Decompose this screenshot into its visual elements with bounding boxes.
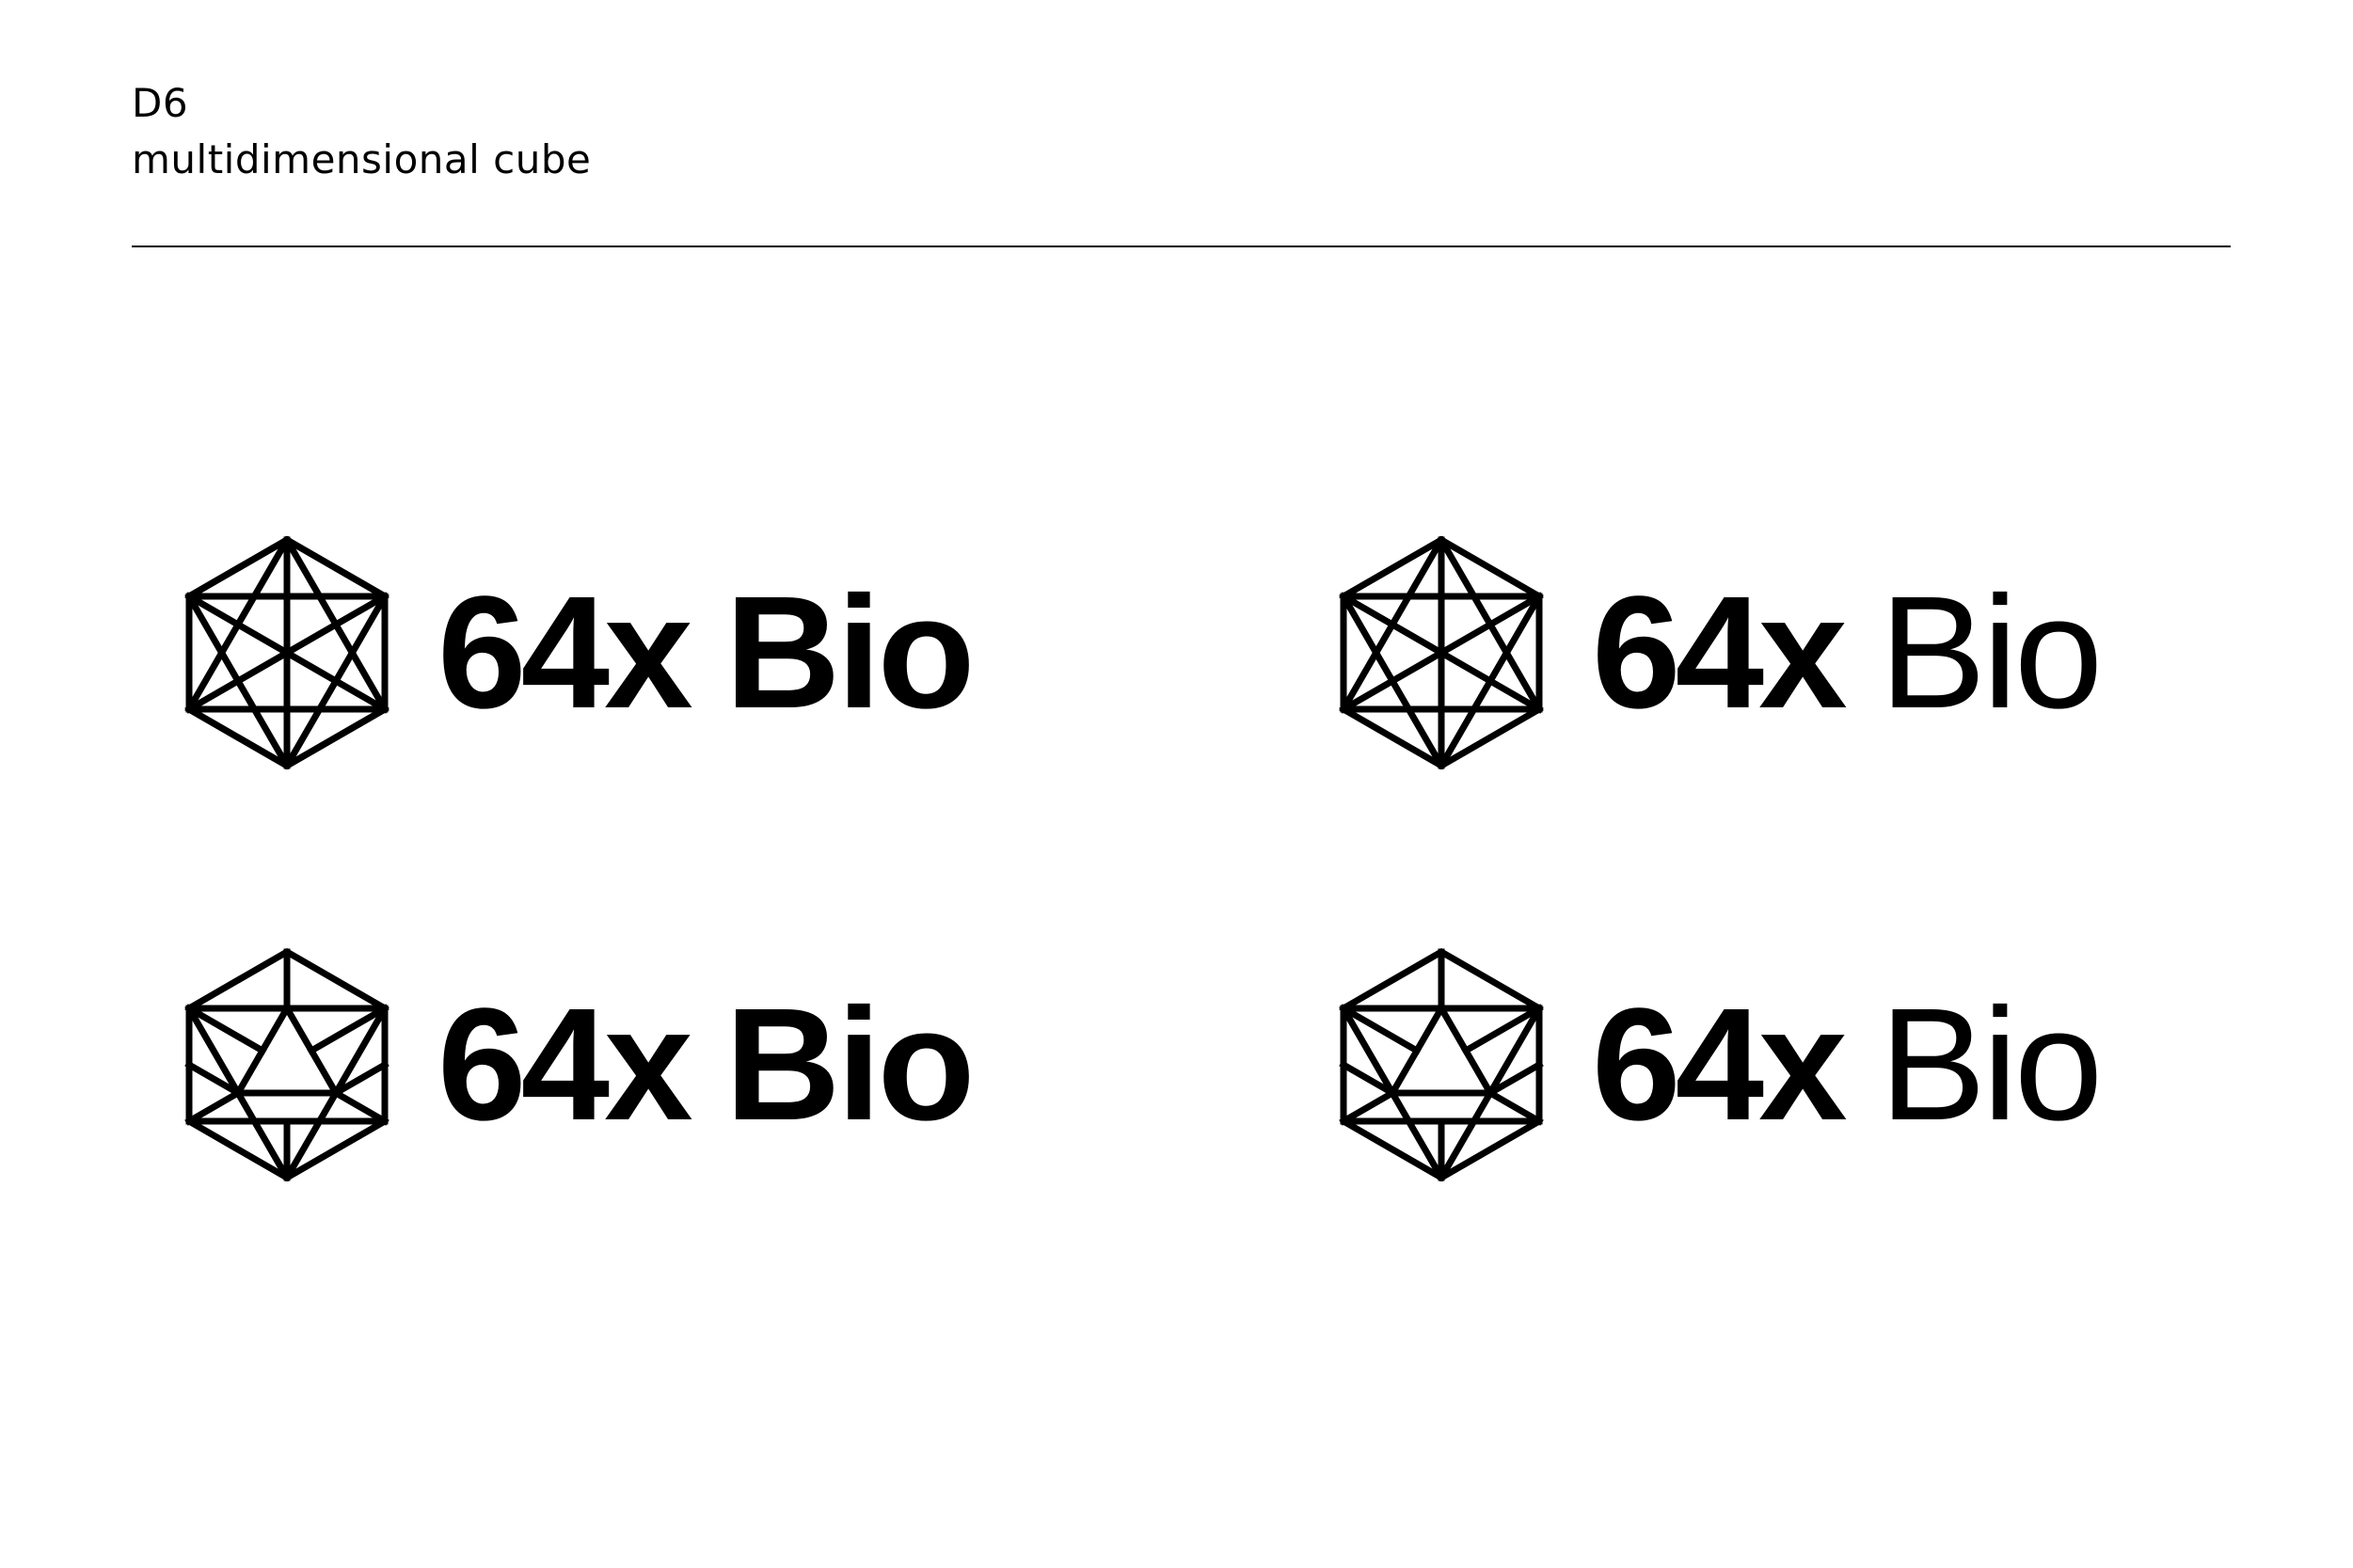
- wordmark-number: 64x: [437, 563, 693, 742]
- cube-triangle-mark-icon: [183, 948, 390, 1181]
- header-divider: [132, 245, 2231, 247]
- wordmark-number: 64x: [1592, 975, 1848, 1154]
- wordmark: 64x Bio: [437, 975, 976, 1154]
- wordmark-number: 64x: [1592, 563, 1848, 742]
- logo-variant-star-bold: 64x Bio: [183, 536, 976, 769]
- wordmark: 64x Bio: [1592, 563, 2104, 742]
- page-code: D6: [132, 80, 189, 126]
- cube-triangle-mark-icon: [1338, 948, 1545, 1181]
- wordmark-number: 64x: [437, 975, 693, 1154]
- wordmark: 64x Bio: [1592, 975, 2104, 1154]
- cube-star-mark-icon: [1338, 536, 1545, 769]
- logo-variant-star-light: 64x Bio: [1338, 536, 2104, 769]
- logo-variant-triangle-bold: 64x Bio: [183, 948, 976, 1181]
- logo-variant-triangle-light: 64x Bio: [1338, 948, 2104, 1181]
- wordmark-word: Bio: [1879, 563, 2104, 742]
- wordmark-word: Bio: [1879, 975, 2104, 1154]
- wordmark-word: Bio: [724, 563, 976, 742]
- page-header: D6 multidimensional cube: [132, 75, 591, 188]
- wordmark-word: Bio: [724, 975, 976, 1154]
- page-title: multidimensional cube: [132, 136, 592, 182]
- wordmark: 64x Bio: [437, 563, 976, 742]
- cube-star-mark-icon: [183, 536, 390, 769]
